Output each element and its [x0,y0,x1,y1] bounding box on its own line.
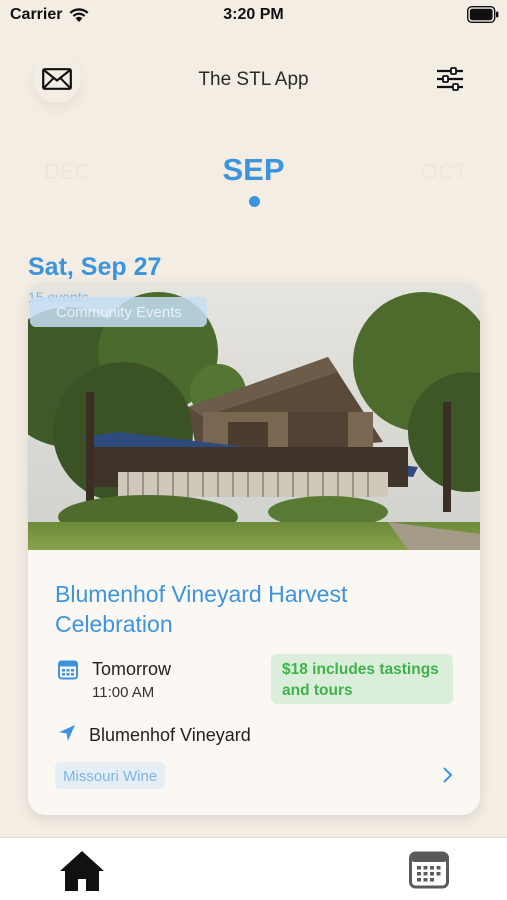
price-badge: $18 includes tastings and tours [271,654,453,704]
month-next[interactable]: OCT [421,159,467,185]
home-icon[interactable] [58,849,106,893]
event-time: 11:00 AM [92,684,155,701]
location-arrow-icon [59,725,75,741]
filter-icon [437,67,463,91]
tab-bar [0,837,507,900]
date-heading: Sat, Sep 27 [28,253,162,281]
filter-button[interactable] [426,55,474,103]
event-title[interactable]: Blumenhof Vineyard Harvest Celebration [55,579,415,639]
event-location: Blumenhof Vineyard [89,725,251,745]
calendar-icon[interactable] [409,851,449,889]
tag-chip[interactable]: Missouri Wine [55,762,166,789]
chevron-right-icon[interactable] [440,766,454,784]
month-indicator-dot [249,196,260,207]
battery-icon [467,6,499,23]
calendar-date-icon [58,660,78,680]
category-chip: Community Events [30,297,207,327]
event-day: Tomorrow [92,659,172,679]
status-bar: Carrier 3:20 PM [0,0,507,32]
event-card[interactable]: Blumenhof Vineyard Harvest Celebration T… [28,282,480,815]
status-time: 3:20 PM [223,6,284,23]
